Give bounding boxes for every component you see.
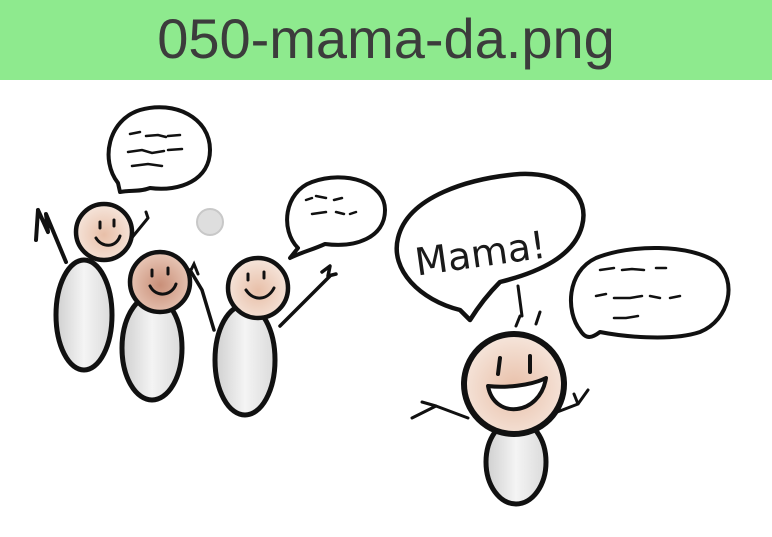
- child-figure-3: [212, 255, 338, 418]
- title-bar: 050-mama-da.png: [0, 0, 772, 80]
- grey-ball: [196, 208, 224, 236]
- baby-figure: [410, 284, 590, 507]
- speech-bubble-mama: Mama!: [394, 171, 586, 323]
- illustration-canvas: Mama!: [0, 80, 772, 532]
- speech-bubble-right: [568, 246, 731, 340]
- sketch-illustration: Mama!: [34, 105, 731, 507]
- speech-bubble-top-left: [106, 105, 212, 194]
- child-figure-2: [119, 249, 216, 403]
- filename-title: 050-mama-da.png: [157, 7, 615, 70]
- speech-bubble-middle: [285, 175, 387, 260]
